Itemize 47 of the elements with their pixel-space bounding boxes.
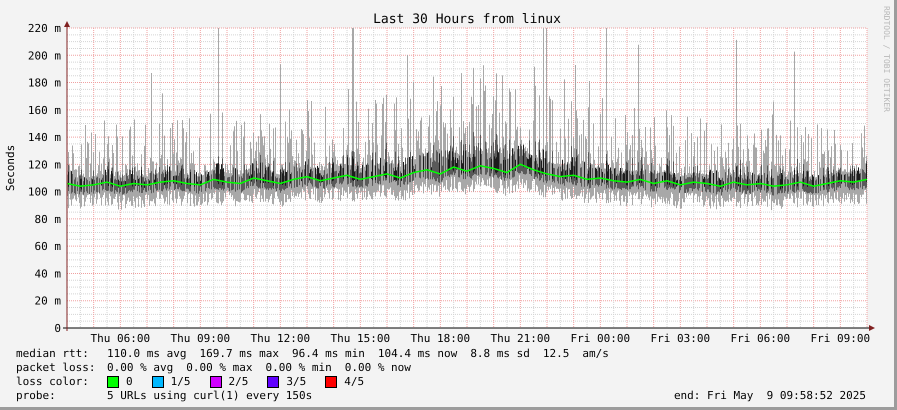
legend-value: 110.0 ms avg bbox=[107, 347, 186, 361]
axis-tick-label: Fri 00:00 bbox=[570, 332, 630, 345]
axis-tick-label: 160 m bbox=[28, 104, 61, 117]
axis-tick-label: 140 m bbox=[28, 131, 61, 144]
axis-title: Seconds bbox=[4, 144, 17, 192]
axis-tick-label: Thu 18:00 bbox=[410, 332, 470, 345]
end-time: end: Fri May 9 09:58:52 2025 bbox=[674, 389, 866, 403]
legend-label: probe: bbox=[16, 389, 57, 403]
legend-value: 0.00 % avg bbox=[107, 361, 174, 375]
axis-tick-label: 200 m bbox=[28, 49, 61, 62]
legend-value: 4/5 bbox=[344, 375, 364, 389]
axis-tick-label: Thu 09:00 bbox=[170, 332, 230, 345]
legend-value: 0.00 % min bbox=[265, 361, 332, 375]
legend-label: loss color: bbox=[16, 375, 90, 389]
legend-value: 1/5 bbox=[170, 375, 190, 389]
axis-tick-label: 20 m bbox=[34, 294, 61, 308]
legend-value: 169.7 ms max bbox=[199, 347, 279, 361]
legend-value: 0.00 % now bbox=[344, 361, 411, 375]
axis-tick-label: Fri 03:00 bbox=[650, 332, 710, 345]
legend-value: 8.8 ms sd bbox=[470, 347, 530, 361]
axis-tick-label: 0 bbox=[54, 322, 61, 335]
legend-value: 0 bbox=[126, 375, 133, 389]
legend-value: 96.4 ms min bbox=[292, 347, 365, 361]
credit-text: RRDTOOL / TOBI OETIKER bbox=[882, 6, 891, 112]
axis-tick-label: Thu 06:00 bbox=[90, 332, 150, 345]
probe-text: 5 URLs using curl(1) every 150s bbox=[107, 389, 314, 403]
axis-tick-label: 60 m bbox=[34, 240, 61, 254]
axis-tick-label: 220 m bbox=[28, 22, 61, 35]
axis-tick-label: 180 m bbox=[28, 76, 61, 90]
axis-tick-label: Thu 15:00 bbox=[330, 332, 390, 345]
legend-value: 104.4 ms now bbox=[378, 347, 458, 361]
legend-label: packet loss: bbox=[16, 361, 96, 375]
legend-label: median rtt: bbox=[16, 347, 90, 361]
axis-tick-label: Thu 21:00 bbox=[490, 332, 550, 345]
legend-value: 2/5 bbox=[228, 375, 248, 389]
axis-tick-label: 120 m bbox=[28, 158, 61, 172]
legend-value: 12.5 bbox=[542, 347, 570, 361]
axis-tick-label: 40 m bbox=[34, 267, 61, 280]
chart-title: Last 30 Hours from linux bbox=[373, 12, 561, 27]
axis-tick-label: Thu 12:00 bbox=[250, 332, 310, 345]
legend-value: am/s bbox=[582, 347, 609, 361]
axis-tick-label: Fri 06:00 bbox=[730, 332, 790, 345]
axis-tick-label: Fri 09:00 bbox=[810, 332, 870, 345]
legend-value: 3/5 bbox=[286, 375, 306, 389]
axis-tick-label: 100 m bbox=[28, 186, 61, 199]
axis-tick-label: 80 m bbox=[34, 212, 61, 226]
legend-value: 0.00 % max bbox=[186, 361, 252, 375]
